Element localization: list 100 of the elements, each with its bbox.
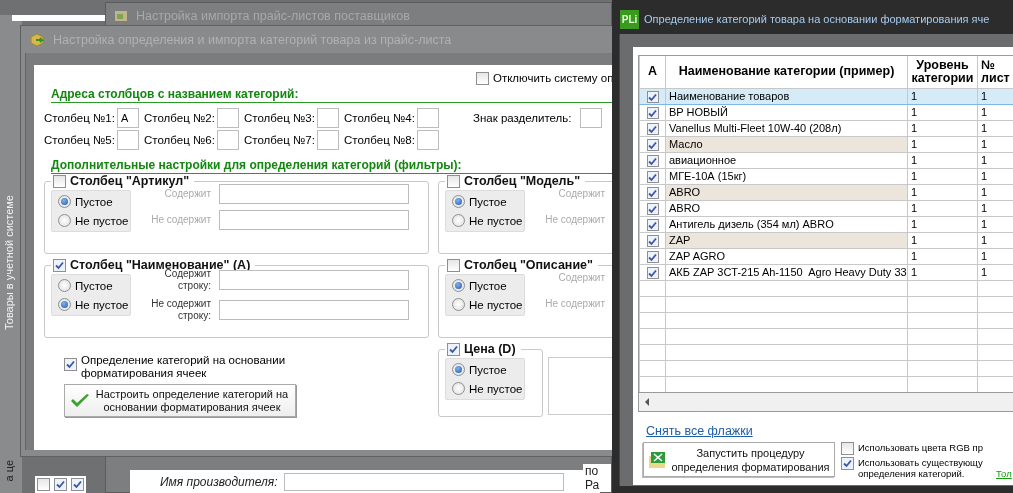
input-field[interactable] [579,108,602,128]
input-field[interactable] [317,130,339,150]
checkbox-label: Использовать цвета RGB пр [858,442,983,453]
group-title: Столбец "Артикул" [70,174,190,188]
field-label: Не содержит [544,214,605,226]
run-button[interactable]: Запустить процедуру определения форматирования [643,442,835,477]
field-label: Содержит [557,272,605,284]
input-field[interactable] [219,184,409,204]
input-field[interactable]: A [117,108,139,128]
input-field[interactable] [417,108,439,128]
checkbox[interactable] [646,219,659,231]
radio-label: Пустое [469,279,507,292]
checkbox[interactable] [646,203,659,215]
checkbox[interactable] [646,187,659,199]
checkbox[interactable] [64,358,77,371]
radio-label: Не пустое [469,298,523,311]
checkbox[interactable] [54,478,67,491]
radio-button[interactable] [452,363,465,376]
field-label: Столбец №6: [144,134,216,146]
checkbox[interactable] [37,478,50,491]
field-label: Имя производителя: [160,474,278,489]
scroll-left-icon[interactable] [645,398,650,406]
checkbox[interactable] [646,171,659,183]
input-field[interactable] [219,270,409,290]
input-field[interactable] [317,108,339,128]
table-row[interactable]: BP НОВЫЙ 1 1 [639,104,1013,120]
column-header: A [639,56,666,88]
field-label: Столбец №7: [244,134,316,146]
radio-button[interactable] [452,279,465,292]
field-label: Содержит строку: [164,268,211,292]
table-cell: 1 [907,136,978,152]
radio-button[interactable] [58,195,71,208]
checkbox[interactable] [646,251,659,263]
checkbox[interactable] [71,478,84,491]
input-field[interactable] [117,130,139,150]
checkbox[interactable] [476,71,489,85]
table-row[interactable]: Vanellus Multi-Fleet 10W-40 (208л) 1 1 [639,120,1013,136]
checkbox[interactable] [447,342,460,356]
radio-button[interactable] [452,298,465,311]
checkbox-label: Использовать существующу определения категорий. [858,457,984,479]
radio-label: Пустое [75,195,113,208]
checkbox[interactable] [841,442,854,455]
radio-button[interactable] [452,214,465,227]
checkbox[interactable] [646,91,659,103]
column-header: Уровень категории [907,56,978,88]
table-row[interactable]: Наименование товаров 1 1 [639,88,1013,104]
field-label: Содержит [557,188,605,200]
table-cell: 1 [907,168,978,184]
group-title: Цена (D) [464,342,516,356]
field-label: Столбец №3: [244,112,316,124]
table-row[interactable]: МГЕ-10А (15кг) 1 1 [639,168,1013,184]
checkbox[interactable] [841,457,854,470]
cut-off-label: Ра [585,478,601,492]
radio-label: Не пустое [469,214,523,227]
table-row[interactable]: ABRO 1 1 [639,200,1013,216]
checkbox[interactable] [646,139,659,151]
field-label: Не содержит [150,214,211,226]
input-field[interactable] [283,472,564,491]
table-row[interactable]: ZAP AGRO 1 1 [639,248,1013,264]
radio-button[interactable] [58,279,71,292]
radio-label: Пустое [469,195,507,208]
radio-button[interactable] [452,382,465,395]
column-header: № лист [977,56,1013,88]
clear-checkboxes-link[interactable]: Снять все флажки [646,424,753,438]
checkbox[interactable] [447,174,460,188]
input-field[interactable] [217,108,239,128]
app-icon [114,9,128,23]
field-label: Не содержит [544,298,605,310]
checkbox[interactable] [447,258,460,272]
field-label: Не содержит строку: [150,298,211,322]
checkbox[interactable] [53,174,66,188]
radio-button[interactable] [452,195,465,208]
input-field[interactable] [217,130,239,150]
checkbox[interactable] [646,267,659,279]
table-cell: 1 [907,200,978,216]
field-label: Столбец №5: [44,134,116,146]
table-row[interactable]: АКБ ZAP 3CT-215 Ah-1150 Agro Heavy Duty 33 1 1 [639,264,1013,280]
table-row[interactable]: ABRO 1 1 [639,184,1013,200]
input-field[interactable] [417,130,439,150]
table-row[interactable]: ZAP 1 1 [639,232,1013,248]
table-row[interactable]: Антигель дизель (354 мл) ABRO 1 1 [639,216,1013,232]
checkbox[interactable] [646,235,659,247]
box-icon [29,31,45,48]
table-row[interactable]: Масло 1 1 [639,136,1013,152]
input-field[interactable] [219,210,409,230]
help-link[interactable]: Тол [996,468,1012,479]
cut-off-label: по [585,464,600,478]
spreadsheet-icon [648,449,668,470]
table-cell: 1 [907,152,978,168]
field-label: Содержит [163,188,211,200]
table-row[interactable]: авиационное 1 1 [639,152,1013,168]
checkbox[interactable] [646,155,659,167]
checkbox[interactable] [646,107,659,119]
setup-button[interactable]: Настроить определение категорий на основании форматирования ячеек [64,384,296,417]
radio-button[interactable] [58,214,71,227]
radio-button[interactable] [58,298,71,311]
checkbox[interactable] [646,123,659,135]
radio-label: Пустое [469,363,507,376]
checkbox[interactable] [53,258,66,272]
input-field[interactable] [219,300,409,320]
